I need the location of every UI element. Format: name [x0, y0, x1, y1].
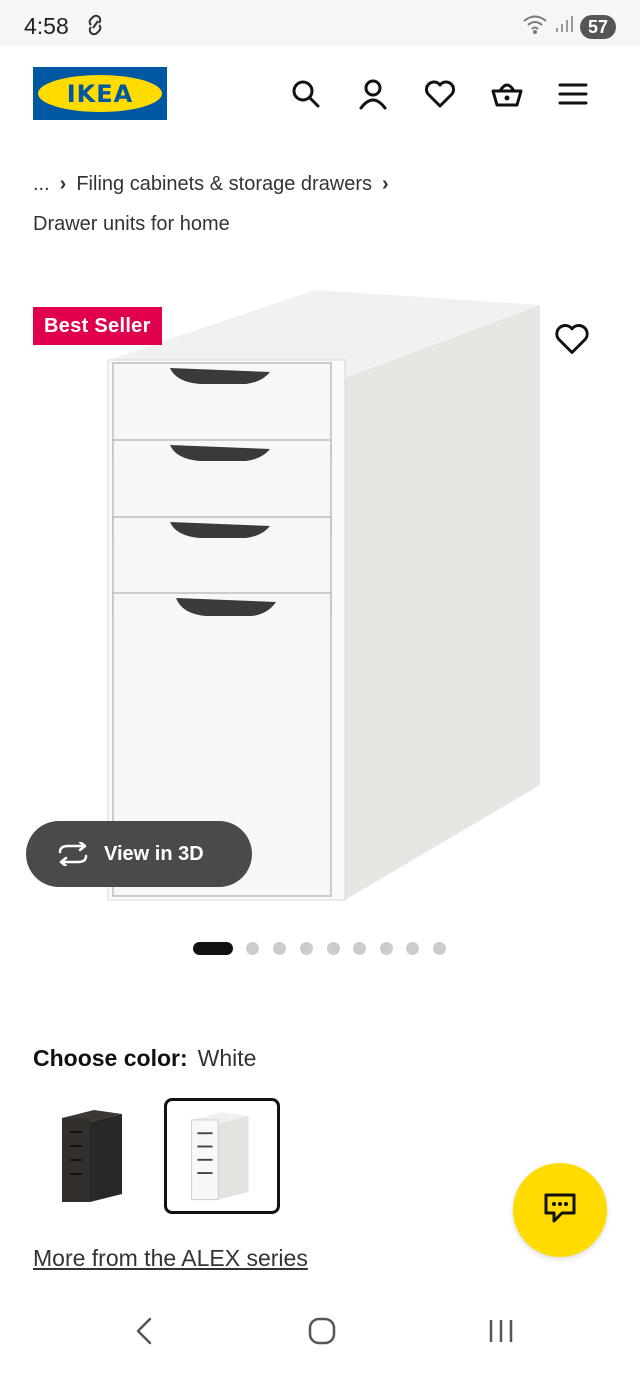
chat-button[interactable]	[513, 1163, 607, 1257]
breadcrumb-item-filing-cabinets[interactable]: Filing cabinets & storage drawers	[76, 173, 372, 195]
system-navigation-bar	[0, 1290, 640, 1373]
image-carousel-indicator	[0, 940, 640, 956]
account-icon[interactable]	[355, 76, 391, 112]
chevron-right-icon: ›	[382, 173, 389, 195]
carousel-dot-7[interactable]	[380, 942, 393, 955]
carousel-dot-5[interactable]	[327, 942, 340, 955]
carousel-dot-3[interactable]	[273, 942, 286, 955]
color-option-black-brown[interactable]	[36, 1098, 152, 1214]
site-header: IKEA	[0, 46, 640, 142]
heart-icon[interactable]	[422, 76, 458, 112]
carousel-dot-4[interactable]	[300, 942, 313, 955]
favorite-heart-icon[interactable]	[554, 323, 590, 359]
search-icon[interactable]	[288, 76, 324, 112]
carousel-dot-8[interactable]	[406, 942, 419, 955]
battery-indicator: 57	[579, 14, 616, 39]
choose-color-label: Choose color:	[33, 1045, 188, 1071]
signal-icon	[554, 14, 574, 39]
carousel-dot-2[interactable]	[246, 942, 259, 955]
breadcrumb-item-drawer-units[interactable]: Drawer units for home	[33, 213, 230, 235]
logo-text: IKEA	[38, 75, 162, 112]
home-icon[interactable]	[297, 1306, 347, 1356]
wifi-icon	[522, 13, 548, 40]
chat-icon	[542, 1191, 578, 1230]
back-icon[interactable]	[119, 1306, 169, 1356]
breadcrumb: ... › Filing cabinets & storage drawers › D…	[33, 164, 623, 244]
ikea-logo[interactable]: IKEA	[33, 67, 167, 120]
carousel-dot-1[interactable]	[193, 942, 233, 955]
chevron-right-icon: ›	[59, 173, 67, 195]
best-seller-badge: Best Seller	[33, 307, 162, 345]
status-bar: 4:58 57	[0, 0, 640, 46]
recent-apps-icon[interactable]	[476, 1306, 526, 1356]
basket-icon[interactable]	[489, 76, 525, 112]
menu-icon[interactable]	[555, 76, 591, 112]
view-in-3d-button[interactable]: View in 3D	[26, 821, 252, 887]
color-chooser-label: Choose color: White	[33, 1045, 256, 1072]
view-in-3d-label: View in 3D	[104, 842, 204, 865]
link-icon	[84, 13, 106, 42]
color-option-white[interactable]	[164, 1098, 280, 1214]
status-time: 4:58	[24, 13, 69, 39]
carousel-dot-6[interactable]	[353, 942, 366, 955]
breadcrumb-ellipsis[interactable]: ...	[33, 173, 50, 195]
carousel-dot-9[interactable]	[433, 942, 446, 955]
rotate-3d-icon	[56, 842, 90, 866]
selected-color-value: White	[197, 1045, 257, 1071]
more-from-series-link[interactable]: More from the ALEX series	[33, 1245, 308, 1272]
product-gallery[interactable]: Best Seller View in 3D	[0, 260, 640, 940]
